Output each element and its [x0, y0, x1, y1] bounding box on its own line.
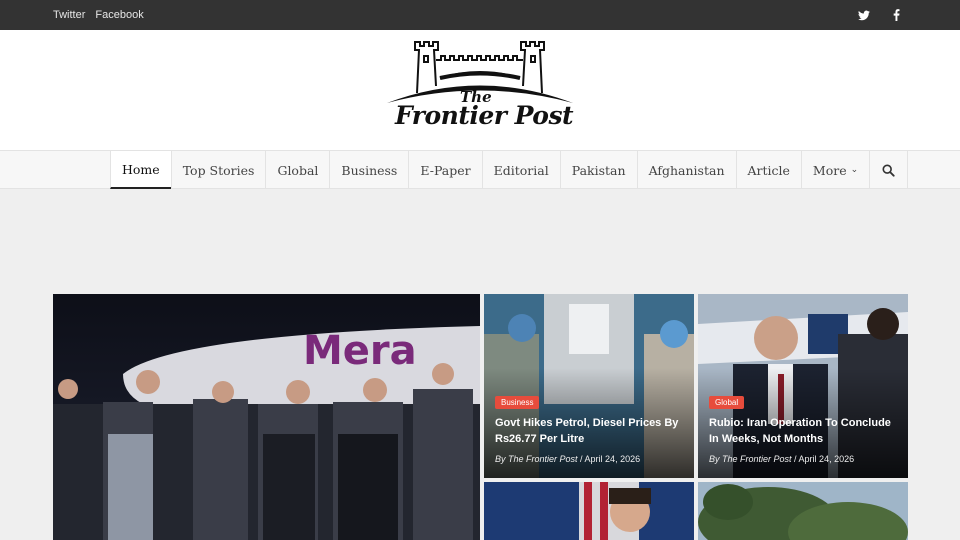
- site-header: The Frontier Post: [0, 30, 960, 150]
- nav-article[interactable]: Article: [735, 151, 801, 189]
- nav-top-stories[interactable]: Top Stories: [170, 151, 266, 189]
- nav-editorial-label: Editorial: [493, 162, 549, 178]
- post-title[interactable]: Rubio: Iran Operation To Conclude In Wee…: [709, 415, 897, 447]
- nav-more[interactable]: More ⌄: [800, 151, 869, 189]
- post-date: April 24, 2026: [798, 454, 855, 464]
- nav-business-label: Business: [341, 162, 398, 178]
- nav-business[interactable]: Business: [329, 151, 408, 189]
- main-nav: Home Top Stories Global Business E-Paper…: [0, 150, 960, 189]
- nav-more-label: More: [812, 162, 847, 178]
- facebook-icon[interactable]: [890, 9, 902, 21]
- nav-global-label: Global: [277, 162, 319, 178]
- post-meta: By The Frontier Post / April 24, 2026: [709, 454, 855, 464]
- chevron-down-icon: ⌄: [850, 165, 859, 175]
- nav-article-label: Article: [747, 162, 790, 178]
- nav-afghanistan[interactable]: Afghanistan: [636, 151, 736, 189]
- site-logo[interactable]: The Frontier Post: [385, 38, 575, 133]
- post-card-business[interactable]: Business Govt Hikes Petrol, Diesel Price…: [484, 294, 694, 478]
- post-date: April 24, 2026: [584, 454, 641, 464]
- logo-name: Frontier Post: [395, 101, 574, 130]
- social-icons: [858, 0, 902, 30]
- post-overlay: Global Rubio: Iran Operation To Conclude…: [698, 392, 908, 478]
- nav-search[interactable]: [869, 151, 909, 189]
- category-badge[interactable]: Business: [495, 396, 540, 409]
- nav-pakistan-label: Pakistan: [571, 162, 626, 178]
- nav-top-stories-label: Top Stories: [182, 162, 255, 178]
- featured-post-image[interactable]: Mera: [53, 294, 480, 540]
- post-meta: By The Frontier Post / April 24, 2026: [495, 454, 641, 464]
- nav-editorial[interactable]: Editorial: [481, 151, 560, 189]
- post-title[interactable]: Govt Hikes Petrol, Diesel Prices By Rs26…: [495, 415, 683, 447]
- nav-afghanistan-label: Afghanistan: [648, 162, 725, 178]
- top-bar: Twitter Facebook: [0, 0, 960, 30]
- top-links: Twitter Facebook: [53, 0, 144, 30]
- nav-pakistan[interactable]: Pakistan: [559, 151, 637, 189]
- post-card-global[interactable]: Global Rubio: Iran Operation To Conclude…: [698, 294, 908, 478]
- post-author[interactable]: By The Frontier Post: [495, 454, 578, 464]
- post-card-4[interactable]: [698, 482, 908, 540]
- nav-home-label: Home: [122, 161, 160, 177]
- post-photo-flag: [484, 482, 694, 540]
- search-icon: [882, 163, 895, 177]
- nav-e-paper-label: E-Paper: [420, 162, 471, 178]
- twitter-icon[interactable]: [858, 9, 870, 21]
- nav-home[interactable]: Home: [110, 151, 171, 189]
- post-card-3[interactable]: [484, 482, 694, 540]
- featured-photo: Mera: [53, 294, 480, 540]
- nav-e-paper[interactable]: E-Paper: [408, 151, 481, 189]
- post-photo-trees: [698, 482, 908, 540]
- nav-global[interactable]: Global: [265, 151, 329, 189]
- facebook-link[interactable]: Facebook: [95, 9, 143, 21]
- twitter-link[interactable]: Twitter: [53, 9, 85, 21]
- post-author[interactable]: By The Frontier Post: [709, 454, 792, 464]
- post-overlay: Business Govt Hikes Petrol, Diesel Price…: [484, 392, 694, 478]
- category-badge[interactable]: Global: [709, 396, 745, 409]
- svg-text:Mera: Mera: [303, 328, 417, 374]
